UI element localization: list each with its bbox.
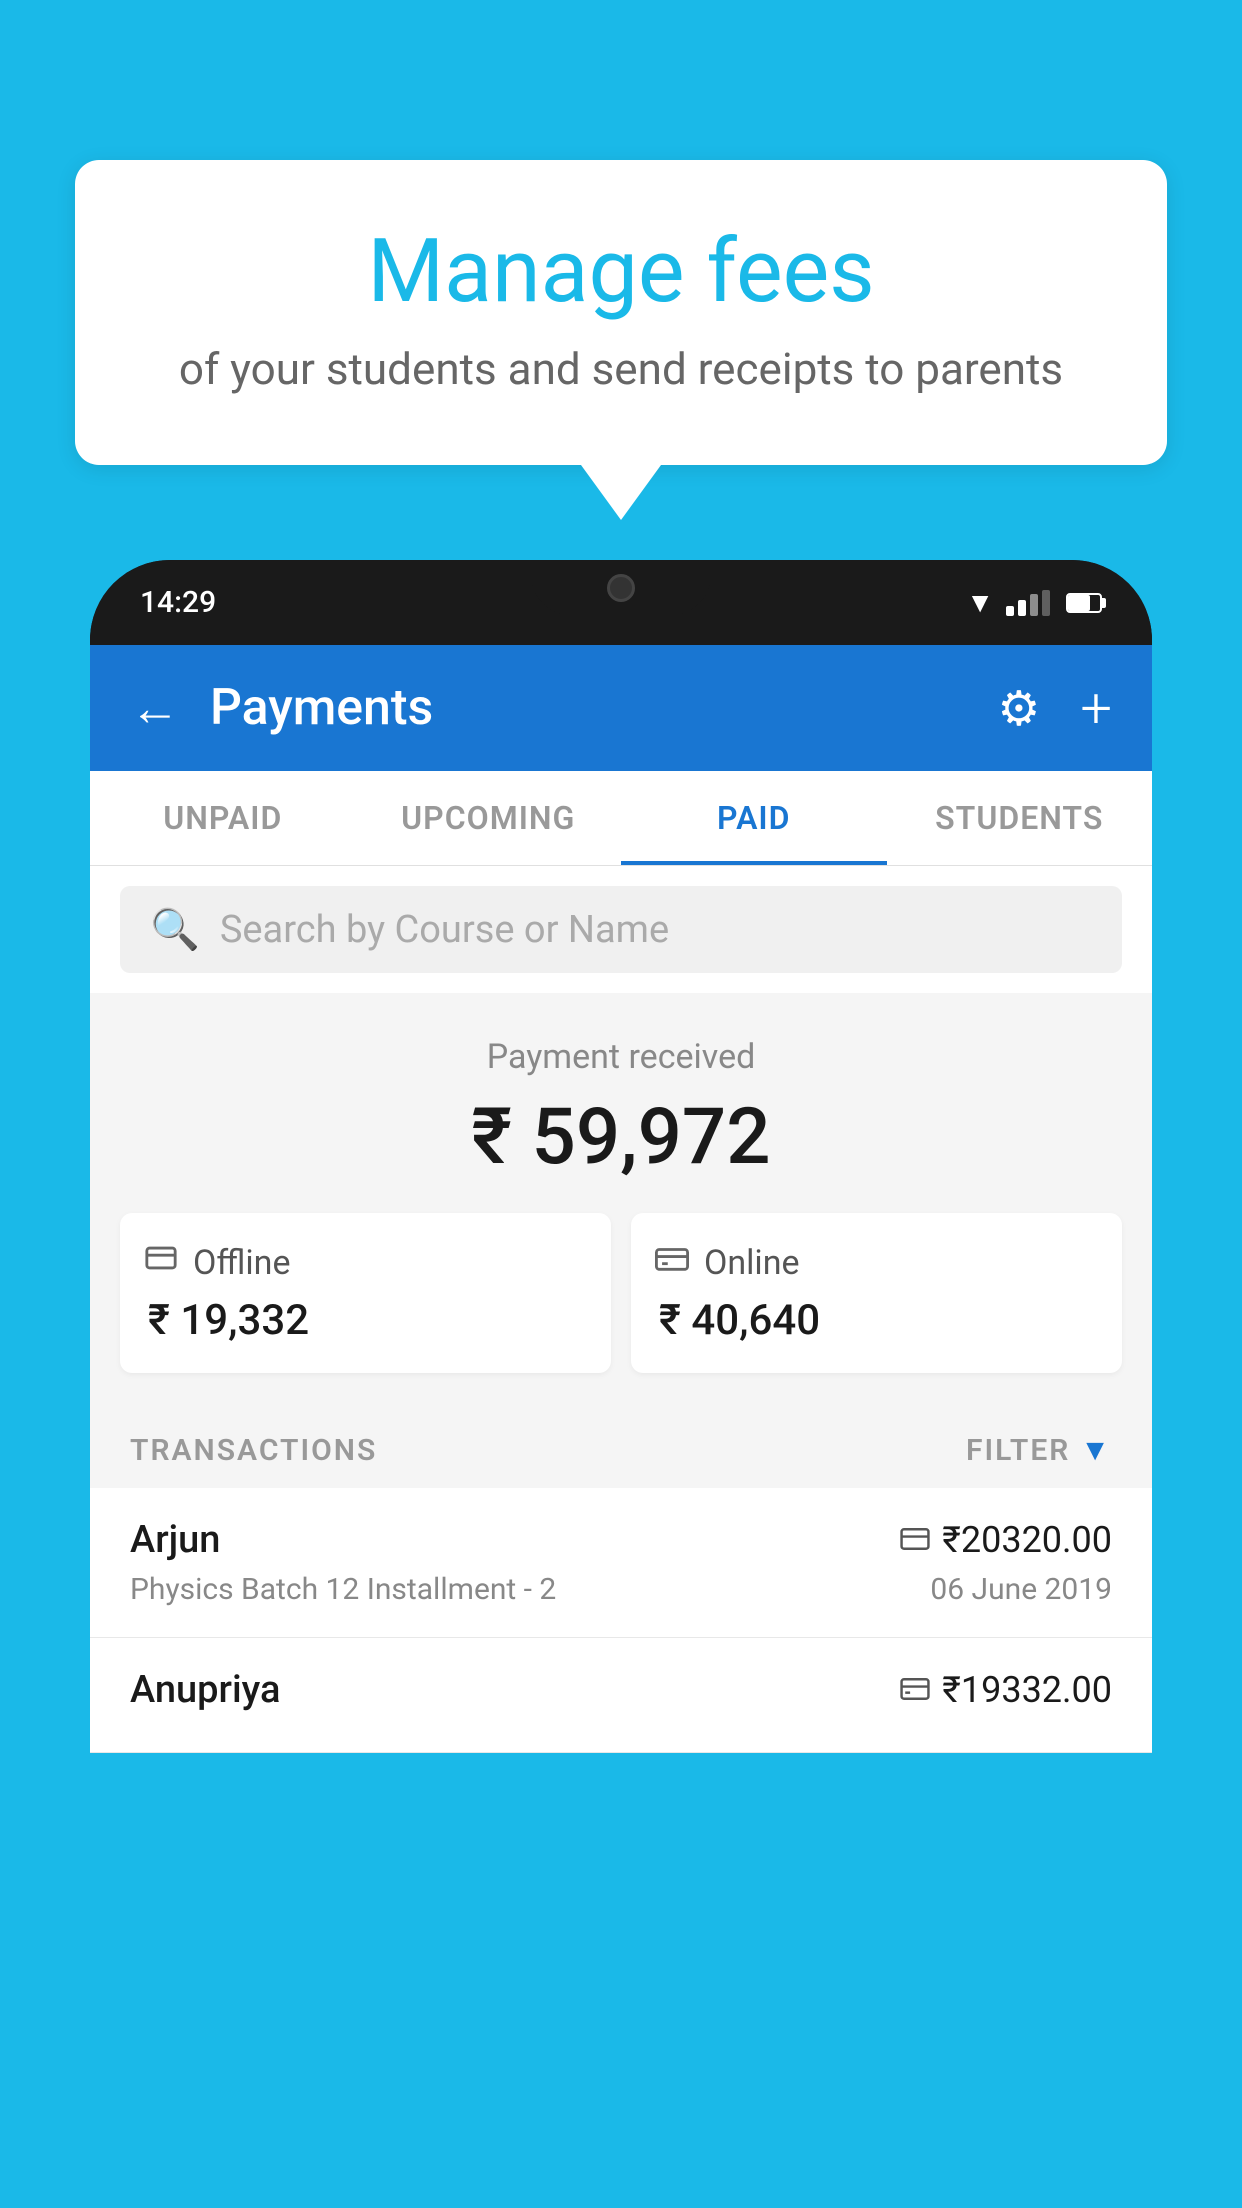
transactions-header: TRANSACTIONS FILTER ▼ bbox=[90, 1403, 1152, 1488]
tab-students[interactable]: STUDENTS bbox=[887, 771, 1153, 865]
search-placeholder: Search by Course or Name bbox=[220, 908, 669, 952]
transaction-row-top: Anupriya ₹19332.00 bbox=[130, 1668, 1112, 1712]
search-bar[interactable]: 🔍 Search by Course or Name bbox=[120, 886, 1122, 973]
transaction-course: Physics Batch 12 Installment - 2 bbox=[130, 1572, 556, 1607]
offline-label: Offline bbox=[193, 1243, 290, 1283]
tab-paid[interactable]: PAID bbox=[621, 771, 887, 865]
speech-bubble-arrow bbox=[581, 465, 661, 520]
tab-upcoming[interactable]: UPCOMING bbox=[356, 771, 622, 865]
back-button[interactable]: ← bbox=[130, 679, 180, 738]
online-amount: ₹ 40,640 bbox=[655, 1296, 1098, 1345]
tab-unpaid[interactable]: UNPAID bbox=[90, 771, 356, 865]
transaction-name: Anupriya bbox=[130, 1668, 280, 1712]
transaction-item[interactable]: Arjun ₹20320.00 Physics bbox=[90, 1488, 1152, 1638]
status-bar: 14:29 ▼ bbox=[90, 560, 1152, 645]
offline-card-header: Offline bbox=[144, 1241, 587, 1284]
transaction-date: 06 June 2019 bbox=[930, 1572, 1112, 1607]
wifi-icon: ▼ bbox=[966, 586, 994, 619]
app-header: ← Payments ⚙ + bbox=[90, 645, 1152, 771]
transaction-amount-row: ₹19332.00 bbox=[900, 1669, 1112, 1711]
transactions-list: Arjun ₹20320.00 Physics bbox=[90, 1488, 1152, 1753]
payment-received-label: Payment received bbox=[120, 1037, 1122, 1077]
online-card-header: Online bbox=[655, 1241, 1098, 1284]
transaction-amount: ₹19332.00 bbox=[942, 1669, 1112, 1711]
speech-bubble-title: Manage fees bbox=[155, 220, 1087, 323]
signal-icon bbox=[1006, 590, 1050, 616]
offline-amount: ₹ 19,332 bbox=[144, 1296, 587, 1345]
online-label: Online bbox=[704, 1243, 800, 1283]
payment-summary: Payment received ₹ 59,972 Offli bbox=[90, 997, 1152, 1403]
transaction-name: Arjun bbox=[130, 1518, 220, 1562]
search-icon: 🔍 bbox=[150, 906, 200, 953]
speech-bubble-subtitle: of your students and send receipts to pa… bbox=[155, 343, 1087, 395]
status-time: 14:29 bbox=[140, 585, 216, 620]
speech-bubble-container: Manage fees of your students and send re… bbox=[75, 160, 1167, 520]
payment-total-amount: ₹ 59,972 bbox=[120, 1092, 1122, 1183]
tabs-bar: UNPAID UPCOMING PAID STUDENTS bbox=[90, 771, 1152, 866]
phone-notch bbox=[531, 560, 711, 615]
search-bar-wrapper: 🔍 Search by Course or Name bbox=[90, 866, 1152, 993]
offline-payment-icon bbox=[900, 1673, 930, 1708]
filter-button[interactable]: FILTER ▼ bbox=[966, 1433, 1112, 1468]
transaction-details-row: Physics Batch 12 Installment - 2 06 June… bbox=[130, 1572, 1112, 1607]
add-button[interactable]: + bbox=[1080, 675, 1112, 741]
filter-icon: ▼ bbox=[1080, 1433, 1112, 1468]
phone-body: 14:29 ▼ bbox=[90, 560, 1152, 1753]
online-icon bbox=[655, 1241, 689, 1284]
speech-bubble: Manage fees of your students and send re… bbox=[75, 160, 1167, 465]
settings-icon[interactable]: ⚙ bbox=[997, 680, 1040, 737]
header-left: ← Payments bbox=[130, 679, 433, 738]
transaction-amount-row: ₹20320.00 bbox=[900, 1519, 1112, 1561]
status-icons: ▼ bbox=[966, 586, 1102, 619]
transaction-item[interactable]: Anupriya ₹19332.00 bbox=[90, 1638, 1152, 1753]
page-title: Payments bbox=[210, 679, 433, 737]
transaction-amount: ₹20320.00 bbox=[942, 1519, 1112, 1561]
payment-cards: Offline ₹ 19,332 bbox=[120, 1213, 1122, 1373]
transactions-label: TRANSACTIONS bbox=[130, 1433, 377, 1468]
battery-icon bbox=[1066, 593, 1102, 613]
header-right: ⚙ + bbox=[997, 675, 1112, 741]
offline-icon bbox=[144, 1241, 178, 1284]
transaction-row-top: Arjun ₹20320.00 bbox=[130, 1518, 1112, 1562]
online-payment-card: Online ₹ 40,640 bbox=[631, 1213, 1122, 1373]
app-screen: 🔍 Search by Course or Name Payment recei… bbox=[90, 866, 1152, 1753]
card-payment-icon bbox=[900, 1523, 930, 1558]
phone: 14:29 ▼ bbox=[90, 560, 1152, 2208]
phone-camera bbox=[607, 574, 635, 602]
filter-label: FILTER bbox=[966, 1433, 1070, 1468]
offline-payment-card: Offline ₹ 19,332 bbox=[120, 1213, 611, 1373]
